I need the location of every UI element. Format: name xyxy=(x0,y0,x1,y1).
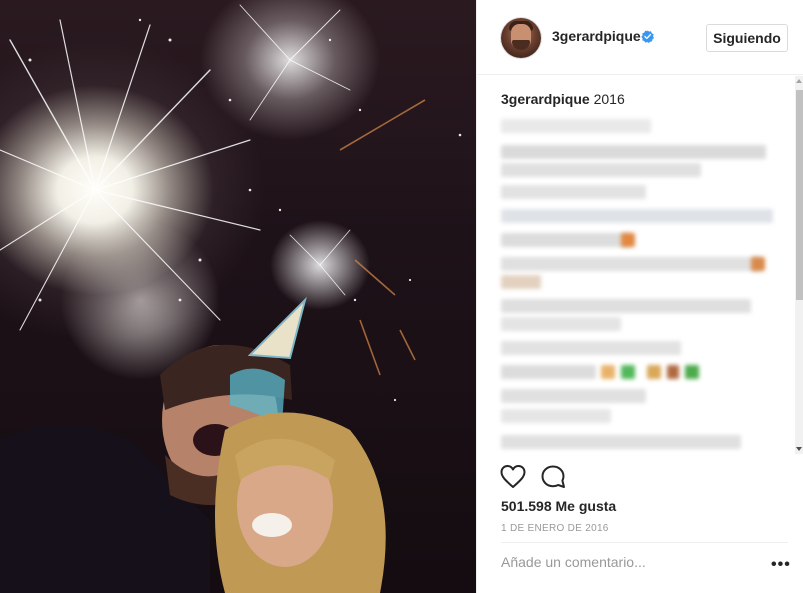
blurred-comment xyxy=(501,365,596,379)
blurred-comment xyxy=(621,365,635,379)
blurred-comment xyxy=(501,409,611,423)
blurred-comment xyxy=(501,275,541,289)
speech-bubble-icon[interactable] xyxy=(540,464,566,490)
blurred-comment xyxy=(501,185,646,199)
blurred-comment xyxy=(621,233,635,247)
likes-count[interactable]: 501.598 Me gusta xyxy=(501,498,616,514)
scroll-up-arrow-icon[interactable] xyxy=(796,79,802,83)
blurred-comment xyxy=(501,209,773,223)
verified-badge-icon xyxy=(641,30,654,43)
post-header: 3gerardpique Siguiendo xyxy=(477,0,803,75)
more-options-icon[interactable]: ••• xyxy=(771,556,791,574)
blurred-comment xyxy=(501,299,751,313)
scroll-down-arrow-icon[interactable] xyxy=(796,447,802,451)
post-actions: 501.598 Me gusta 1 DE ENERO DE 2016 ••• xyxy=(477,456,803,586)
blurred-comment xyxy=(501,145,766,159)
comments-scrollbar[interactable] xyxy=(795,76,803,454)
blurred-comment xyxy=(501,389,646,403)
avatar[interactable] xyxy=(501,18,541,58)
comment-input[interactable] xyxy=(501,551,741,573)
username-link[interactable]: 3gerardpique xyxy=(552,28,641,44)
blurred-comment xyxy=(647,365,661,379)
post-date[interactable]: 1 DE ENERO DE 2016 xyxy=(501,523,609,534)
blurred-comment xyxy=(751,257,765,271)
blurred-comment xyxy=(501,257,761,271)
post-photo[interactable] xyxy=(0,0,476,593)
blurred-comment xyxy=(501,119,651,133)
blurred-comment xyxy=(685,365,699,379)
blurred-comment xyxy=(501,341,681,355)
comments-list[interactable]: 3gerardpique 2016 xyxy=(477,75,803,456)
following-button[interactable]: Siguiendo xyxy=(706,24,788,52)
comment-form: ••• xyxy=(501,542,791,586)
scrollbar-thumb[interactable] xyxy=(796,90,803,300)
blurred-comment xyxy=(601,365,615,379)
heart-outline-icon[interactable] xyxy=(500,464,526,490)
caption: 3gerardpique 2016 xyxy=(501,91,625,107)
blurred-comment xyxy=(501,317,621,331)
blurred-comment xyxy=(501,163,701,177)
blurred-comment xyxy=(667,365,679,379)
blurred-comment xyxy=(501,435,741,449)
photo-fireworks-art xyxy=(0,4,462,593)
blurred-comment xyxy=(501,233,631,247)
caption-text: 2016 xyxy=(593,91,625,107)
caption-username[interactable]: 3gerardpique xyxy=(501,91,590,107)
post-sidebar: 3gerardpique Siguiendo 3gerardpique 2016 xyxy=(476,0,803,593)
